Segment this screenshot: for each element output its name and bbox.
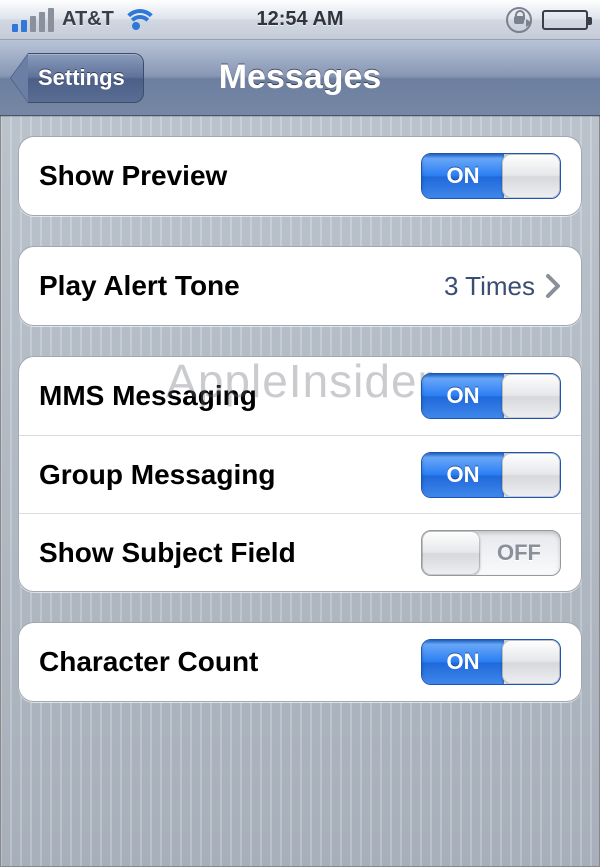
- mms-messaging-toggle[interactable]: ON OFF: [421, 373, 561, 419]
- character-count-toggle[interactable]: ON OFF: [421, 639, 561, 685]
- row-mms-messaging: MMS Messaging ON OFF: [19, 357, 581, 435]
- show-preview-label: Show Preview: [39, 160, 227, 192]
- back-button[interactable]: Settings: [10, 53, 144, 103]
- row-play-alert-tone[interactable]: Play Alert Tone 3 Times: [19, 247, 581, 325]
- character-count-label: Character Count: [39, 646, 258, 678]
- row-group-messaging: Group Messaging ON OFF: [19, 435, 581, 513]
- page-title: Messages: [219, 58, 382, 97]
- row-show-preview: Show Preview ON OFF: [19, 137, 581, 215]
- content-area: AppleInsider Show Preview ON OFF Play Al…: [0, 116, 600, 752]
- group-messaging: MMS Messaging ON OFF Group Messaging ON …: [18, 356, 582, 592]
- group-messaging-label: Group Messaging: [39, 459, 275, 491]
- battery-icon: [542, 10, 588, 30]
- show-subject-field-label: Show Subject Field: [39, 537, 296, 569]
- chevron-right-icon: [545, 273, 561, 299]
- group-alert: Play Alert Tone 3 Times: [18, 246, 582, 326]
- status-bar: AT&T 12:54 AM: [0, 0, 600, 40]
- show-preview-toggle[interactable]: ON OFF: [421, 153, 561, 199]
- group-preview: Show Preview ON OFF: [18, 136, 582, 216]
- play-alert-tone-value: 3 Times: [444, 271, 535, 302]
- group-messaging-toggle[interactable]: ON OFF: [421, 452, 561, 498]
- mms-messaging-label: MMS Messaging: [39, 380, 257, 412]
- orientation-lock-icon: [506, 7, 532, 33]
- back-button-label: Settings: [28, 53, 144, 103]
- row-show-subject-field: Show Subject Field ON OFF: [19, 513, 581, 591]
- chevron-left-icon: [10, 53, 28, 103]
- group-character-count: Character Count ON OFF: [18, 622, 582, 702]
- nav-bar: Settings Messages: [0, 40, 600, 116]
- row-character-count: Character Count ON OFF: [19, 623, 581, 701]
- play-alert-tone-label: Play Alert Tone: [39, 270, 240, 302]
- show-subject-field-toggle[interactable]: ON OFF: [421, 530, 561, 576]
- status-right-cluster: [506, 7, 588, 33]
- settings-screen: AT&T 12:54 AM Settings Messages AppleIns…: [0, 0, 600, 867]
